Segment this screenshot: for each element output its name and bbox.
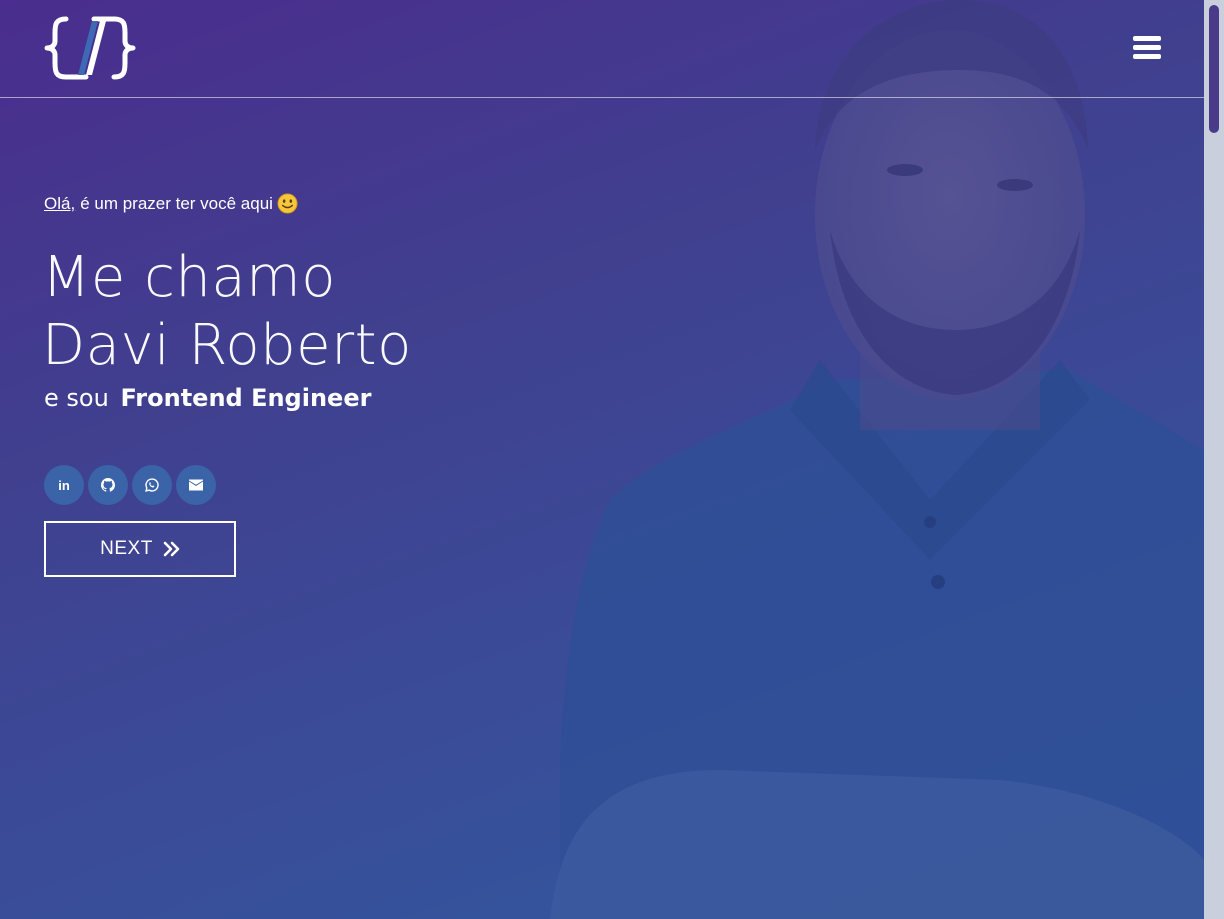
- email-icon[interactable]: [176, 465, 216, 505]
- greeting-line: Olá, é um prazer ter você aqui: [44, 193, 298, 214]
- next-button-label: NEXT: [100, 538, 153, 559]
- email-glyph: [189, 479, 203, 491]
- scrollbar-thumb[interactable]: [1209, 5, 1219, 133]
- social-links: in: [44, 465, 220, 505]
- menu-bar: [1133, 54, 1161, 59]
- title-line-1: Me chamo: [42, 245, 336, 310]
- menu-bar: [1133, 45, 1161, 50]
- code-brackets-logo[interactable]: [44, 15, 136, 81]
- hero-title: Me chamo Davi Roberto: [42, 244, 412, 380]
- subtitle-role: Frontend Engineer: [120, 384, 372, 412]
- double-chevron-right-icon: [163, 541, 180, 557]
- whatsapp-glyph: [145, 478, 159, 492]
- menu-bar: [1133, 36, 1161, 41]
- hamburger-menu-icon[interactable]: [1133, 36, 1161, 62]
- smiling-face-emoji-icon: [277, 193, 298, 214]
- github-glyph: [101, 478, 115, 492]
- vertical-scrollbar[interactable]: [1204, 0, 1224, 919]
- hero-section: Olá, é um prazer ter você aqui Me chamo …: [0, 0, 1204, 919]
- github-icon[interactable]: [88, 465, 128, 505]
- site-header: [0, 0, 1204, 98]
- profile-photo: [550, 0, 1204, 919]
- whatsapp-icon[interactable]: [132, 465, 172, 505]
- greeting-text: é um prazer ter você aqui: [80, 193, 273, 213]
- linkedin-icon[interactable]: in: [44, 465, 84, 505]
- next-button[interactable]: NEXT: [44, 521, 236, 577]
- hero-subtitle: e sou Frontend Engineer: [44, 384, 371, 412]
- greeting-link[interactable]: Olá,: [44, 194, 75, 214]
- linkedin-glyph: in: [58, 477, 70, 493]
- subtitle-prefix: e sou: [44, 384, 109, 412]
- title-line-2: Davi Roberto: [42, 313, 412, 378]
